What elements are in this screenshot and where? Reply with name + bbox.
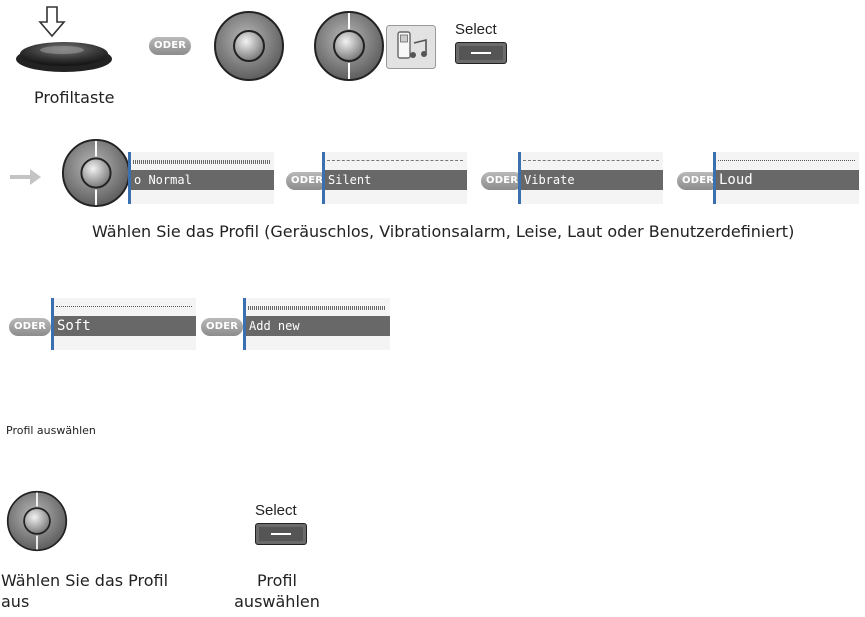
select-softkey-label: Select: [455, 21, 497, 38]
profile-item-label: Soft: [54, 316, 196, 336]
oder-badge: ODER: [481, 172, 524, 190]
oder-badge: ODER: [9, 318, 52, 336]
profile-item-label: Silent: [325, 170, 467, 190]
section-label: Profil auswählen: [6, 424, 96, 437]
nav-wheel-icon: [314, 11, 384, 81]
profile-key-caption: Profiltaste: [34, 88, 115, 107]
profile-music-icon: [386, 25, 436, 69]
profile-screen-normal: o Normal: [128, 152, 274, 204]
oder-badge: ODER: [201, 318, 244, 336]
profile-screen-vibrate: Vibrate: [518, 152, 663, 204]
oder-badge: ODER: [149, 37, 192, 55]
nav-wheel-icon: [61, 138, 131, 208]
profile-item-label: Vibrate: [521, 170, 663, 190]
profile-item-label: Add new: [246, 316, 390, 336]
profile-screen-loud: Loud: [713, 152, 859, 204]
profile-item-label: o Normal: [131, 170, 274, 190]
choose-profile-caption: Wählen Sie das Profil (Geräuschlos, Vibr…: [92, 222, 795, 241]
select-button[interactable]: [455, 42, 507, 64]
select-profile-bottom-caption: Profil auswählen: [234, 571, 320, 611]
profile-item-label: Loud: [716, 170, 859, 190]
profile-screen-soft: Soft: [51, 298, 196, 350]
select-softkey-label: Select: [255, 502, 297, 519]
choose-profile-bottom-caption: Wählen Sie das Profil aus: [1, 571, 169, 611]
phone-device-icon: [16, 42, 112, 72]
right-arrow-icon: [10, 169, 41, 185]
nav-wheel-icon: [6, 490, 68, 552]
nav-wheel-icon: [214, 11, 284, 81]
profile-screen-add-new: Add new: [243, 298, 390, 350]
select-button[interactable]: [255, 523, 307, 545]
profile-screen-silent: Silent: [322, 152, 467, 204]
